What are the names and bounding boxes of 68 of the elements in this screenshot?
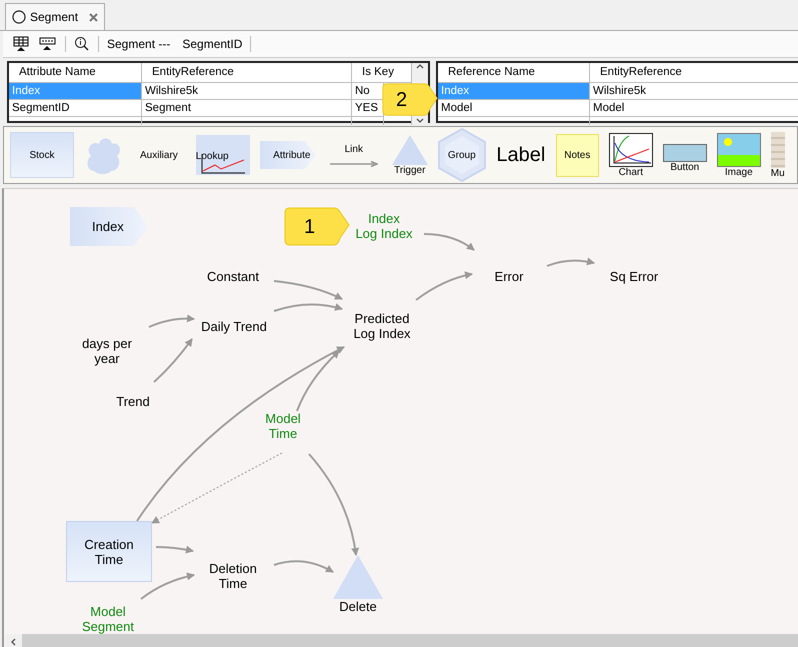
variable-node[interactable]: Deletion Time	[209, 561, 257, 591]
link-arrow[interactable]	[274, 303, 343, 312]
trigger-tool[interactable]: Trigger	[392, 134, 428, 176]
notes-tool[interactable]: Notes	[556, 134, 599, 176]
column-header[interactable]: Reference Name	[438, 63, 590, 83]
scroll-down-icon[interactable]	[416, 117, 424, 125]
attribute-node[interactable]: Index	[70, 207, 148, 246]
scroll-left-icon[interactable]	[10, 638, 18, 646]
reference-node[interactable]: Model Segment	[82, 604, 134, 634]
node-label: Delete	[339, 599, 377, 614]
column-header[interactable]: Attribute Name	[9, 63, 142, 83]
link-arrow[interactable]	[274, 280, 343, 300]
reference-node[interactable]: Index Log Index	[355, 211, 413, 241]
callout: 2	[382, 83, 438, 117]
table-cell[interactable]: SegmentID	[9, 100, 142, 117]
label-tool[interactable]: Label	[496, 144, 546, 166]
group-tool[interactable]: Group	[438, 128, 486, 182]
variable-node[interactable]: days per year	[82, 336, 132, 366]
attribute-tool[interactable]: Attribute	[260, 141, 316, 169]
arrow-icon	[330, 160, 378, 166]
key-label: SegmentID	[182, 37, 242, 51]
variable-node[interactable]: Daily Trend	[201, 319, 267, 334]
entity-label: Segment ---	[107, 37, 170, 51]
variable-node[interactable]: Trend	[116, 394, 150, 409]
image-tool[interactable]: Image	[716, 132, 761, 178]
link-arrow[interactable]	[151, 452, 282, 524]
stock-node[interactable]: Creation Time	[66, 521, 152, 582]
chart-icon	[608, 132, 653, 166]
link-arrow[interactable]	[415, 271, 473, 301]
variable-node[interactable]: Constant	[206, 269, 260, 284]
chart-tool[interactable]: Chart	[608, 132, 653, 178]
link-arrow[interactable]	[296, 350, 340, 412]
link-arrow[interactable]	[546, 258, 595, 267]
circle-icon	[12, 10, 26, 24]
reference-node[interactable]: Model Time	[265, 411, 301, 441]
link-arrow[interactable]	[424, 233, 475, 251]
row-icon[interactable]	[39, 36, 57, 52]
link-arrow[interactable]	[140, 572, 195, 600]
horizontal-scrollbar[interactable]	[6, 634, 798, 647]
auxiliary-tool[interactable]: Auxiliary	[140, 150, 178, 160]
button-tool[interactable]: Button	[662, 144, 707, 172]
variable-node[interactable]: Sq Error	[610, 269, 658, 284]
table-cell[interactable]: Model	[590, 100, 798, 117]
scroll-up-icon[interactable]	[416, 63, 424, 71]
callout: 1	[284, 207, 350, 247]
link-arrow[interactable]	[308, 453, 359, 556]
table-icon[interactable]	[13, 36, 31, 52]
link-arrow[interactable]	[148, 314, 195, 328]
table-cell[interactable]: Wilshire5k	[142, 83, 352, 100]
table-cell[interactable]: Segment	[142, 100, 352, 117]
rectangle-icon	[662, 144, 707, 162]
triangle-icon	[392, 134, 428, 164]
column-header[interactable]: EntityReference	[142, 63, 352, 83]
close-icon[interactable]	[89, 12, 98, 22]
table-cell[interactable]: Model	[438, 100, 590, 117]
landscape-icon	[716, 132, 761, 166]
link-arrow[interactable]	[274, 560, 334, 573]
variable-node[interactable]: Error	[494, 269, 524, 284]
variable-node[interactable]: Predicted Log Index	[353, 311, 411, 341]
table-cell[interactable]: Wilshire5k	[590, 83, 798, 100]
column-header[interactable]: Is Key	[352, 63, 412, 83]
link-tool[interactable]: Link	[326, 144, 382, 166]
link-arrow[interactable]	[156, 546, 194, 554]
trigger-node[interactable]	[333, 555, 383, 599]
info-search-icon[interactable]	[74, 36, 90, 52]
document-tab[interactable]: Segment	[5, 3, 105, 30]
stock-tool[interactable]: Stock	[10, 132, 74, 178]
link-arrow[interactable]	[153, 338, 193, 383]
